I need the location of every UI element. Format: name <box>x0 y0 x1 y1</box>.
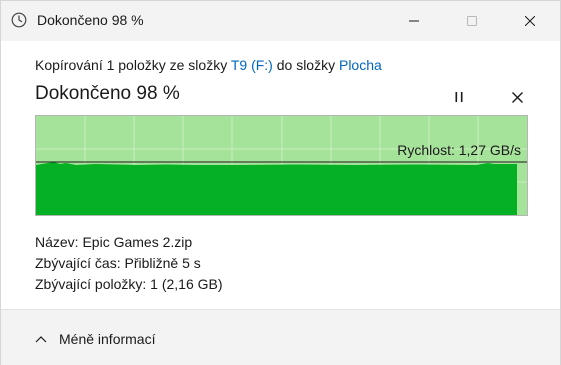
detail-name: Název: Epic Games 2.zip <box>35 232 223 253</box>
destination-folder-link[interactable]: Plocha <box>339 57 382 73</box>
time-value: Přibližně 5 s <box>124 255 201 271</box>
dialog-footer: Méně informací <box>1 309 560 365</box>
speed-label: Rychlost: 1,27 GB/s <box>397 142 521 158</box>
maximize-icon <box>467 16 477 26</box>
pause-icon <box>455 92 463 102</box>
clock-icon <box>11 12 27 28</box>
items-label: Zbývající položky: <box>35 276 147 292</box>
chevron-up-icon <box>35 336 47 343</box>
details-panel: Název: Epic Games 2.zip Zbývající čas: P… <box>35 232 223 295</box>
detail-time-remaining: Zbývající čas: Přibližně 5 s <box>35 253 223 274</box>
copy-description: Kopírování 1 položky ze složky T9 (F:) d… <box>35 57 382 73</box>
items-value: 1 (2,16 GB) <box>150 276 223 292</box>
close-icon <box>525 16 535 26</box>
cancel-operation-button[interactable] <box>505 87 529 107</box>
speed-chart <box>36 116 527 215</box>
name-value: Epic Games 2.zip <box>82 234 193 250</box>
copy-progress-dialog: Dokončeno 98 % Kopírování 1 položky ze s… <box>0 0 561 365</box>
cancel-icon <box>511 91 523 103</box>
transfer-speed-graph: Rychlost: 1,27 GB/s <box>35 115 528 216</box>
pause-button[interactable] <box>447 87 471 107</box>
progress-heading: Dokončeno 98 % <box>35 83 180 104</box>
copy-prefix: Kopírování 1 položky ze složky <box>35 57 231 73</box>
name-label: Název: <box>35 234 79 250</box>
title-bar: Dokončeno 98 % <box>1 1 560 41</box>
less-info-button[interactable]: Méně informací <box>35 331 155 347</box>
speed-area <box>36 162 517 215</box>
time-label: Zbývající čas: <box>35 255 121 271</box>
minimize-button[interactable] <box>391 1 437 41</box>
maximize-button <box>449 1 495 41</box>
dialog-content: Kopírování 1 položky ze složky T9 (F:) d… <box>1 41 560 309</box>
minimize-icon <box>409 20 419 22</box>
window-close-button[interactable] <box>507 1 553 41</box>
window-title: Dokončeno 98 % <box>37 12 144 28</box>
less-info-label: Méně informací <box>59 331 156 347</box>
detail-items-remaining: Zbývající položky: 1 (2,16 GB) <box>35 274 223 295</box>
source-folder-link[interactable]: T9 (F:) <box>231 57 273 73</box>
copy-middle: do složky <box>272 57 339 73</box>
